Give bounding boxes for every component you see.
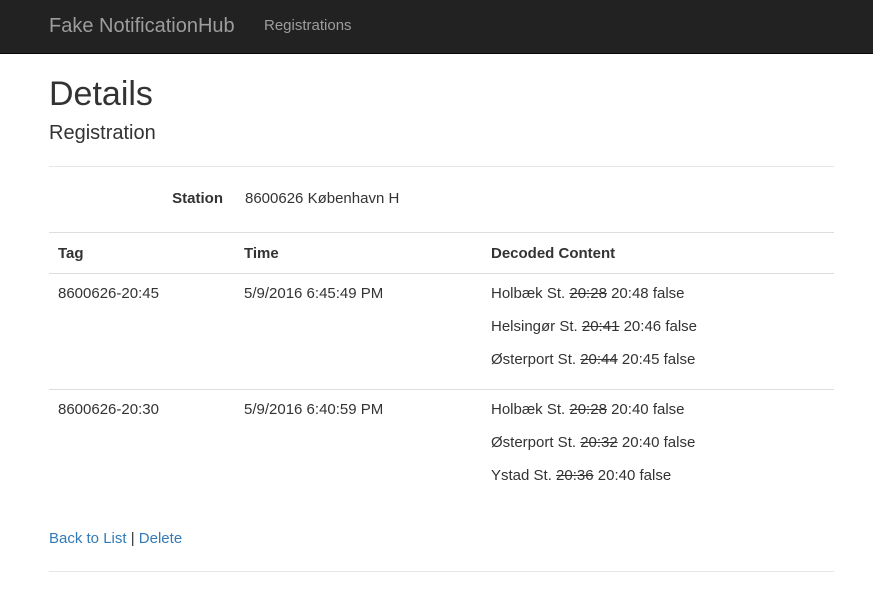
time-cell: 5/9/2016 6:40:59 PM xyxy=(244,401,384,418)
entry-old-time: 20:41 xyxy=(581,318,620,335)
column-header-tag: Tag xyxy=(58,245,84,262)
delete-link[interactable]: Delete xyxy=(139,530,182,547)
entry-flag: false xyxy=(652,285,685,302)
entry-old-time: 20:44 xyxy=(580,351,618,368)
entry-old-time: 20:28 xyxy=(569,285,607,302)
tag-cell: 8600626-20:45 xyxy=(58,285,159,302)
decoded-content-cell: Holbæk St. 20:28 20:40 false Østerport S… xyxy=(491,400,695,499)
station-value: 8600626 København H xyxy=(245,190,400,207)
decoded-content-cell: Holbæk St. 20:28 20:48 false Helsingør S… xyxy=(491,284,697,383)
entry-new-time: 20:48 xyxy=(611,285,649,302)
entry-station: Holbæk St. xyxy=(491,285,566,302)
station-label: Station xyxy=(172,190,223,207)
time-cell: 5/9/2016 6:45:49 PM xyxy=(244,285,384,302)
entry-station: Helsingør St. xyxy=(491,318,578,335)
entry-new-time: 20:46 xyxy=(623,318,662,335)
decoded-entry: Østerport St. 20:44 20:45 false xyxy=(491,350,697,370)
entry-flag: false xyxy=(663,351,696,368)
top-navbar: Fake NotificationHub Registrations xyxy=(0,0,873,54)
entry-new-time: 20:40 xyxy=(621,434,660,451)
entry-new-time: 20:40 xyxy=(597,467,636,484)
entry-station: Holbæk St. xyxy=(491,401,566,418)
entry-station: Ystad St. xyxy=(491,467,552,484)
decoded-entry: Østerport St. 20:32 20:40 false xyxy=(491,433,695,453)
nav-link-registrations[interactable]: Registrations xyxy=(264,16,352,36)
entry-new-time: 20:45 xyxy=(621,351,660,368)
entry-station: Østerport St. xyxy=(491,351,577,368)
entry-old-time: 20:28 xyxy=(569,401,607,418)
column-header-decoded-content: Decoded Content xyxy=(491,245,616,262)
registrations-table: Tag Time Decoded Content 8600626-20:45 5… xyxy=(49,232,834,506)
entry-flag: false xyxy=(652,401,685,418)
table-row: 8600626-20:45 5/9/2016 6:45:49 PM Holbæk… xyxy=(49,274,834,390)
entry-flag: false xyxy=(663,434,696,451)
page-title: Details xyxy=(49,75,153,113)
table-header: Tag Time Decoded Content xyxy=(49,232,834,274)
decoded-entry: Holbæk St. 20:28 20:40 false xyxy=(491,400,695,420)
back-to-list-link[interactable]: Back to List xyxy=(49,530,127,547)
entry-flag: false xyxy=(665,318,697,335)
link-separator: | xyxy=(130,530,135,547)
entry-old-time: 20:32 xyxy=(580,434,618,451)
entry-new-time: 20:40 xyxy=(611,401,649,418)
footer-divider xyxy=(49,571,834,572)
entry-flag: false xyxy=(639,467,672,484)
decoded-entry: Holbæk St. 20:28 20:48 false xyxy=(491,284,697,304)
divider xyxy=(49,166,834,167)
tag-cell: 8600626-20:30 xyxy=(58,401,159,418)
action-links: Back to List | Delete xyxy=(49,529,182,549)
entry-old-time: 20:36 xyxy=(556,467,594,484)
brand-link[interactable]: Fake NotificationHub xyxy=(49,13,235,39)
decoded-entry: Ystad St. 20:36 20:40 false xyxy=(491,466,695,486)
column-header-time: Time xyxy=(244,245,279,262)
decoded-entry: Helsingør St. 20:41 20:46 false xyxy=(491,317,697,337)
page-subtitle: Registration xyxy=(49,122,156,144)
table-row: 8600626-20:30 5/9/2016 6:40:59 PM Holbæk… xyxy=(49,390,834,506)
entry-station: Østerport St. xyxy=(491,434,577,451)
